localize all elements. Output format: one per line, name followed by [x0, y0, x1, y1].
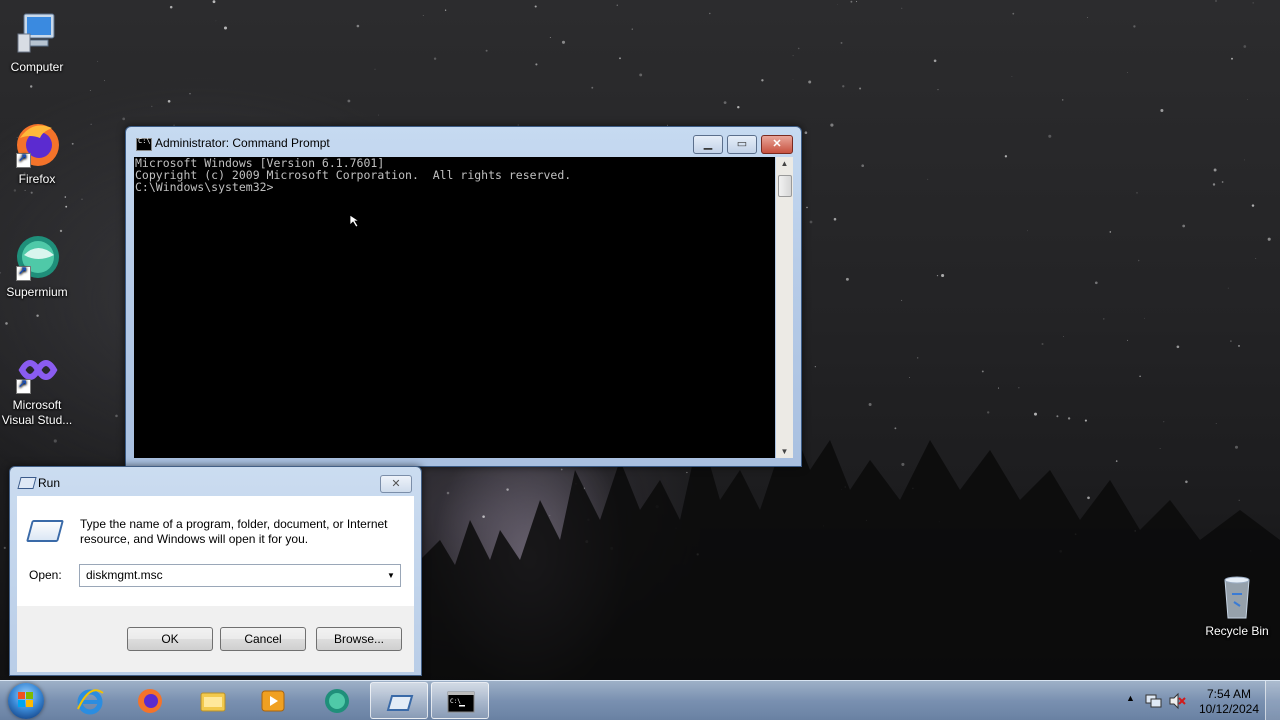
window-title: Administrator: Command Prompt [155, 136, 330, 150]
run-icon [17, 477, 37, 489]
firefox-icon [138, 689, 162, 713]
desktop-icon-label: Recycle Bin [1205, 624, 1269, 638]
clock-time: 7:54 AM [1206, 687, 1251, 701]
ok-button[interactable]: OK [127, 627, 213, 651]
system-tray: ▲ 7:54 AM 10/12/2024 [1120, 681, 1280, 720]
maximize-button[interactable]: ▭ [727, 135, 757, 154]
open-input[interactable]: diskmgmt.msc [86, 568, 163, 582]
supermium-icon [12, 233, 62, 283]
taskbar-windows-explorer[interactable] [184, 682, 242, 719]
open-combobox[interactable]: diskmgmt.msc ▼ [79, 564, 401, 587]
minimize-icon: ▁ [703, 138, 713, 150]
command-prompt-icon [136, 137, 152, 151]
taskbar-command-prompt[interactable]: C:\ [431, 682, 489, 719]
vertical-scrollbar[interactable]: ▲ ▼ [776, 157, 793, 458]
console-output[interactable]: Microsoft Windows [Version 6.1.7601] Cop… [134, 157, 775, 458]
open-label: Open: [29, 568, 62, 582]
desktop-icon-firefox[interactable]: Firefox [0, 120, 74, 187]
svg-text:C:\: C:\ [450, 698, 461, 705]
recycle-bin-icon [1212, 572, 1262, 622]
close-button[interactable]: ✕ [380, 475, 412, 493]
show-hidden-icons-icon[interactable]: ▲ [1126, 693, 1135, 703]
windows-logo-icon [18, 692, 33, 707]
command-prompt-icon: C:\ [447, 691, 475, 713]
volume-muted-icon[interactable] [1168, 692, 1186, 710]
command-prompt-window[interactable]: Administrator: Command Prompt ▁ ▭ ✕ Micr… [125, 126, 802, 467]
shortcut-arrow-icon [16, 151, 31, 168]
close-button[interactable]: ✕ [761, 135, 793, 154]
chevron-down-icon[interactable]: ▼ [384, 567, 398, 584]
run-description: Type the name of a program, folder, docu… [80, 517, 388, 546]
desktop-icon-supermium[interactable]: Supermium [0, 233, 74, 300]
shortcut-arrow-icon [16, 264, 31, 281]
desktop-icon-label: Microsoft Visual Stud... [1, 398, 73, 427]
scroll-down-icon[interactable]: ▼ [776, 447, 793, 456]
media-player-icon [261, 690, 285, 712]
clock-date: 10/12/2024 [1198, 702, 1259, 716]
desktop-icon-visual-studio[interactable]: Microsoft Visual Stud... [0, 346, 74, 428]
desktop-icon-computer[interactable]: Computer [0, 8, 74, 75]
dialog-title: Run [38, 476, 61, 490]
network-icon[interactable] [1144, 692, 1162, 710]
mouse-cursor-icon [349, 214, 361, 228]
taskbar-run-dialog[interactable] [370, 682, 428, 719]
show-desktop-button[interactable] [1265, 681, 1280, 720]
supermium-icon [325, 689, 349, 713]
visual-studio-icon [12, 346, 62, 396]
close-icon: ✕ [391, 478, 401, 490]
desktop-icon-label: Supermium [6, 285, 68, 299]
shortcut-arrow-icon [16, 377, 31, 394]
scroll-up-icon[interactable]: ▲ [776, 159, 793, 168]
taskbar-firefox[interactable] [121, 682, 179, 719]
console-prompt: C:\Windows\system32> [135, 180, 274, 194]
run-dialog-icon [386, 695, 414, 711]
close-icon: ✕ [772, 138, 782, 150]
firefox-icon [12, 120, 62, 170]
internet-explorer-icon [77, 689, 104, 715]
taskbar-internet-explorer[interactable] [61, 682, 119, 719]
taskbar: C:\ ▲ 7:54 AM 10/12/2024 [0, 680, 1280, 720]
browse-button[interactable]: Browse... [316, 627, 402, 651]
computer-icon [12, 8, 62, 58]
desktop-icon-label: Computer [10, 60, 64, 74]
taskbar-supermium[interactable] [308, 682, 366, 719]
start-button[interactable] [4, 683, 48, 719]
desktop-icon-recycle-bin[interactable]: Recycle Bin [1200, 572, 1274, 639]
clock[interactable]: 7:54 AM 10/12/2024 [1199, 687, 1259, 717]
maximize-icon: ▭ [736, 138, 748, 150]
windows-explorer-icon [200, 692, 226, 712]
run-program-icon [26, 520, 64, 542]
minimize-button[interactable]: ▁ [693, 135, 723, 154]
run-dialog[interactable]: Run ✕ Type the name of a program, folder… [9, 466, 422, 676]
desktop-icon-label: Firefox [18, 172, 56, 186]
cancel-button[interactable]: Cancel [220, 627, 306, 651]
scrollbar-thumb[interactable] [778, 175, 792, 197]
taskbar-media-player[interactable] [244, 682, 302, 719]
